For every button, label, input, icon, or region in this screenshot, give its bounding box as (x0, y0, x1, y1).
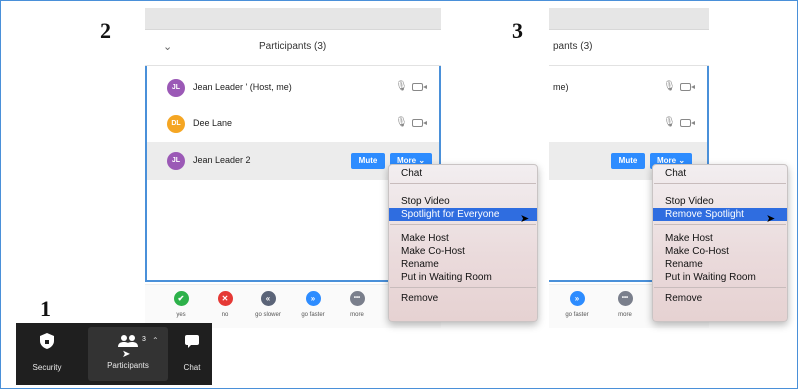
menu-divider (390, 287, 536, 288)
participant-context-menu: Chat Stop Video Remove Spotlight Make Ho… (652, 164, 788, 322)
window-titlebar (549, 8, 709, 30)
menu-spacer (389, 187, 537, 195)
reaction-more[interactable]: ••• more (339, 291, 375, 318)
participant-context-menu: Chat Stop Video Spotlight for Everyone M… (388, 164, 538, 322)
participant-row[interactable]: me) 🎙︎ (549, 70, 707, 106)
menu-spacer (653, 187, 787, 195)
reaction-label: yes (176, 312, 186, 318)
meeting-toolbar: Security 3 ⌃ Participants ➤ Chat (16, 323, 212, 385)
participants-title: Participants (3) (259, 41, 327, 52)
camera-icon[interactable] (680, 119, 695, 127)
menu-item-put-in-waiting-room[interactable]: Put in Waiting Room (653, 271, 787, 284)
reaction-more[interactable]: ••• more (607, 291, 643, 318)
participants-header: ⌄ Participants (3) (145, 30, 441, 66)
camera-icon[interactable] (412, 83, 427, 91)
mouse-pointer-icon: ➤ (122, 349, 131, 360)
reaction-label: go slower (255, 312, 281, 318)
fast-forward-icon: » (305, 291, 321, 306)
reaction-label: more (350, 312, 364, 318)
mute-button[interactable]: Mute (611, 153, 645, 169)
security-label: Security (32, 363, 62, 372)
ellipsis-icon: ••• (617, 291, 633, 306)
chat-label: Chat (183, 363, 201, 372)
avatar: JL (167, 152, 185, 170)
participant-row[interactable]: DL Dee Lane 🎙︎ (147, 106, 439, 142)
chat-bubble-icon (174, 333, 210, 355)
x-icon: ✕ (217, 291, 233, 306)
chevron-up-icon[interactable]: ⌃ (152, 330, 159, 352)
chevron-down-icon[interactable]: ⌄ (163, 40, 172, 53)
microphone-icon[interactable]: 🎙︎ (395, 117, 408, 129)
ellipsis-icon: ••• (349, 291, 365, 306)
participant-row[interactable]: JL Jean Leader ' (Host, me) 🎙︎ (147, 70, 439, 106)
menu-divider (654, 287, 786, 288)
participant-name: me) (553, 82, 569, 92)
participant-name: Jean Leader 2 (193, 155, 251, 165)
menu-divider (390, 183, 536, 184)
reaction-go-slower[interactable]: « go slower (250, 291, 286, 318)
camera-icon[interactable] (680, 83, 695, 91)
menu-item-rename[interactable]: Rename (653, 258, 787, 271)
reaction-go-faster[interactable]: » go faster (295, 291, 331, 318)
menu-item-remove[interactable]: Remove (653, 292, 787, 305)
security-button[interactable]: Security (22, 323, 72, 385)
mouse-pointer-icon: ➤ (520, 213, 530, 225)
participants-count: 3 (142, 336, 146, 343)
participants-header: pants (3) (549, 30, 709, 66)
participant-name: Jean Leader ' (Host, me) (193, 82, 292, 92)
window-titlebar (145, 8, 441, 30)
participant-name: Dee Lane (193, 118, 233, 128)
menu-divider (654, 183, 786, 184)
menu-item-chat[interactable]: Chat (389, 167, 537, 180)
menu-item-make-co-host[interactable]: Make Co-Host (389, 245, 537, 258)
reaction-go-faster[interactable]: » go faster (559, 291, 595, 318)
mouse-pointer-icon: ➤ (766, 213, 776, 225)
menu-item-make-host[interactable]: Make Host (389, 232, 537, 245)
menu-divider (390, 224, 536, 225)
menu-item-stop-video[interactable]: Stop Video (653, 195, 787, 208)
participants-button[interactable]: 3 ⌃ Participants ➤ (88, 327, 168, 381)
step-number-2: 2 (100, 18, 111, 43)
participant-row[interactable]: 🎙︎ (549, 106, 707, 142)
menu-item-chat[interactable]: Chat (653, 167, 787, 180)
menu-item-spotlight-for-everyone[interactable]: Spotlight for Everyone (389, 208, 537, 221)
reaction-no[interactable]: ✕ no (207, 291, 243, 318)
menu-item-remove[interactable]: Remove (389, 292, 537, 305)
menu-item-stop-video[interactable]: Stop Video (389, 195, 537, 208)
mute-button[interactable]: Mute (351, 153, 385, 169)
menu-item-put-in-waiting-room[interactable]: Put in Waiting Room (389, 271, 537, 284)
menu-item-make-co-host[interactable]: Make Co-Host (653, 245, 787, 258)
step-number-3: 3 (512, 18, 523, 43)
camera-icon[interactable] (412, 119, 427, 127)
reaction-label: go faster (301, 312, 325, 318)
microphone-icon[interactable]: 🎙︎ (663, 81, 676, 93)
check-icon: ✔ (173, 291, 189, 306)
fast-forward-icon: » (569, 291, 585, 306)
avatar: DL (167, 115, 185, 133)
rewind-icon: « (260, 291, 276, 306)
chat-button[interactable]: Chat (174, 323, 210, 385)
microphone-icon[interactable]: 🎙︎ (395, 81, 408, 93)
menu-item-make-host[interactable]: Make Host (653, 232, 787, 245)
avatar: JL (167, 79, 185, 97)
participants-label: Participants (107, 361, 149, 370)
reaction-label: more (618, 312, 632, 318)
microphone-icon[interactable]: 🎙︎ (663, 117, 676, 129)
menu-item-rename[interactable]: Rename (389, 258, 537, 271)
reaction-label: no (221, 312, 229, 318)
shield-icon (22, 333, 72, 355)
participants-title: pants (3) (553, 41, 593, 52)
reaction-label: go faster (565, 312, 589, 318)
step-number-1: 1 (40, 296, 51, 321)
reaction-yes[interactable]: ✔ yes (163, 291, 199, 318)
